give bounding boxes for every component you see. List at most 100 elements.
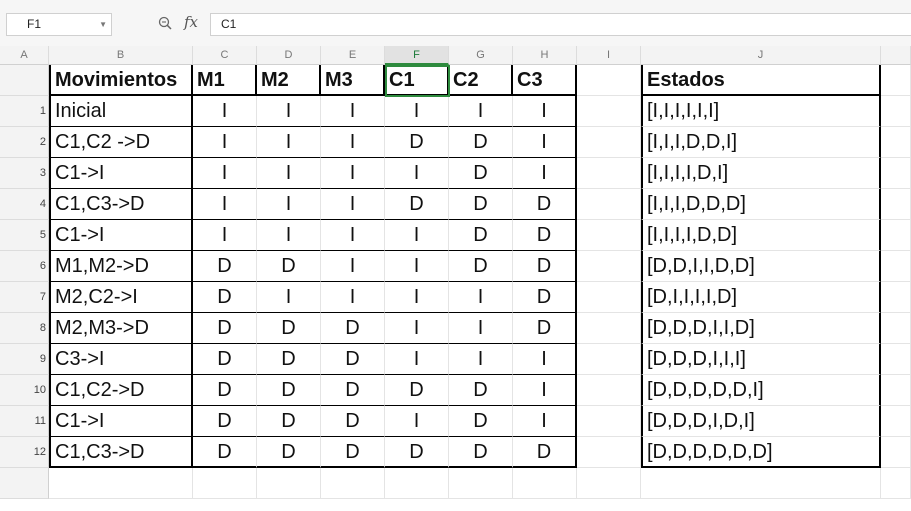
cell[interactable] <box>577 96 641 127</box>
row-header[interactable]: 4 <box>0 189 49 220</box>
column-header-d[interactable]: D <box>257 46 321 65</box>
value-cell[interactable]: I <box>321 127 385 158</box>
table-header-cell[interactable]: C1 <box>385 65 449 96</box>
value-cell[interactable]: D <box>385 375 449 406</box>
value-cell[interactable]: D <box>385 437 449 468</box>
cell[interactable] <box>881 375 911 406</box>
movimiento-cell[interactable]: M1,M2->D <box>49 251 193 282</box>
value-cell[interactable]: I <box>257 189 321 220</box>
value-cell[interactable]: D <box>193 437 257 468</box>
zoom-icon[interactable] <box>158 16 172 30</box>
row-header[interactable]: 6 <box>0 251 49 282</box>
value-cell[interactable]: I <box>193 189 257 220</box>
value-cell[interactable]: I <box>385 313 449 344</box>
cell[interactable] <box>577 282 641 313</box>
row-header[interactable]: 5 <box>0 220 49 251</box>
value-cell[interactable]: I <box>321 282 385 313</box>
cell[interactable] <box>49 468 193 499</box>
value-cell[interactable]: D <box>385 189 449 220</box>
movimiento-cell[interactable]: Inicial <box>49 96 193 127</box>
estado-cell[interactable]: [D,D,D,D,D,I] <box>641 375 881 406</box>
value-cell[interactable]: D <box>257 406 321 437</box>
value-cell[interactable]: I <box>449 344 513 375</box>
table-header-cell[interactable]: M2 <box>257 65 321 96</box>
value-cell[interactable]: I <box>385 220 449 251</box>
value-cell[interactable]: D <box>321 406 385 437</box>
value-cell[interactable]: I <box>193 127 257 158</box>
value-cell[interactable]: I <box>385 251 449 282</box>
value-cell[interactable]: D <box>449 158 513 189</box>
value-cell[interactable]: I <box>321 189 385 220</box>
value-cell[interactable]: D <box>385 127 449 158</box>
value-cell[interactable]: I <box>449 96 513 127</box>
value-cell[interactable]: D <box>193 251 257 282</box>
cell[interactable] <box>321 468 385 499</box>
cell[interactable] <box>881 158 911 189</box>
column-header-a[interactable]: A <box>0 46 49 65</box>
movimiento-cell[interactable]: C1,C2 ->D <box>49 127 193 158</box>
table-header-cell[interactable]: Movimientos <box>49 65 193 96</box>
value-cell[interactable]: I <box>513 158 577 189</box>
estado-cell[interactable]: [D,I,I,I,I,D] <box>641 282 881 313</box>
value-cell[interactable]: D <box>513 220 577 251</box>
value-cell[interactable]: D <box>257 313 321 344</box>
movimiento-cell[interactable]: M2,M3->D <box>49 313 193 344</box>
row-header[interactable]: 1 <box>0 96 49 127</box>
value-cell[interactable]: I <box>513 344 577 375</box>
value-cell[interactable]: D <box>513 251 577 282</box>
movimiento-cell[interactable]: M2,C2->I <box>49 282 193 313</box>
cell[interactable] <box>577 251 641 282</box>
name-box[interactable]: F1 ▼ <box>6 13 112 36</box>
value-cell[interactable]: D <box>321 375 385 406</box>
value-cell[interactable]: I <box>257 127 321 158</box>
cell[interactable] <box>881 468 911 499</box>
value-cell[interactable]: I <box>385 96 449 127</box>
value-cell[interactable]: I <box>193 158 257 189</box>
value-cell[interactable]: D <box>513 313 577 344</box>
value-cell[interactable]: I <box>513 406 577 437</box>
movimiento-cell[interactable]: C1,C3->D <box>49 437 193 468</box>
value-cell[interactable]: I <box>257 96 321 127</box>
cell[interactable] <box>881 344 911 375</box>
value-cell[interactable]: I <box>257 220 321 251</box>
row-header[interactable] <box>0 468 49 499</box>
row-header[interactable]: 3 <box>0 158 49 189</box>
value-cell[interactable]: D <box>321 437 385 468</box>
value-cell[interactable]: D <box>193 375 257 406</box>
value-cell[interactable]: D <box>257 251 321 282</box>
value-cell[interactable]: D <box>449 127 513 158</box>
movimiento-cell[interactable]: C3->I <box>49 344 193 375</box>
value-cell[interactable]: I <box>513 96 577 127</box>
value-cell[interactable]: D <box>193 344 257 375</box>
value-cell[interactable]: D <box>513 282 577 313</box>
estados-header-cell[interactable]: Estados <box>641 65 881 96</box>
value-cell[interactable]: I <box>385 158 449 189</box>
cell[interactable] <box>449 468 513 499</box>
movimiento-cell[interactable]: C1->I <box>49 406 193 437</box>
value-cell[interactable]: D <box>321 344 385 375</box>
value-cell[interactable]: D <box>193 313 257 344</box>
cell[interactable] <box>881 437 911 468</box>
value-cell[interactable]: D <box>449 189 513 220</box>
cell[interactable] <box>577 437 641 468</box>
fx-icon[interactable]: fx <box>184 13 198 31</box>
value-cell[interactable]: D <box>257 437 321 468</box>
value-cell[interactable]: D <box>449 406 513 437</box>
movimiento-cell[interactable]: C1->I <box>49 158 193 189</box>
movimiento-cell[interactable]: C1->I <box>49 220 193 251</box>
table-header-cell[interactable]: M3 <box>321 65 385 96</box>
estado-cell[interactable]: [D,D,D,I,I,D] <box>641 313 881 344</box>
row-header[interactable]: 12 <box>0 437 49 468</box>
row-header[interactable] <box>0 65 49 96</box>
value-cell[interactable]: I <box>449 313 513 344</box>
cell[interactable] <box>641 468 881 499</box>
cell[interactable] <box>577 375 641 406</box>
cell[interactable] <box>577 468 641 499</box>
value-cell[interactable]: I <box>449 282 513 313</box>
column-header-b[interactable]: B <box>49 46 193 65</box>
value-cell[interactable]: D <box>449 437 513 468</box>
table-header-cell[interactable]: C2 <box>449 65 513 96</box>
column-header-g[interactable]: G <box>449 46 513 65</box>
cell[interactable] <box>881 127 911 158</box>
estado-cell[interactable]: [D,D,D,D,D,D] <box>641 437 881 468</box>
